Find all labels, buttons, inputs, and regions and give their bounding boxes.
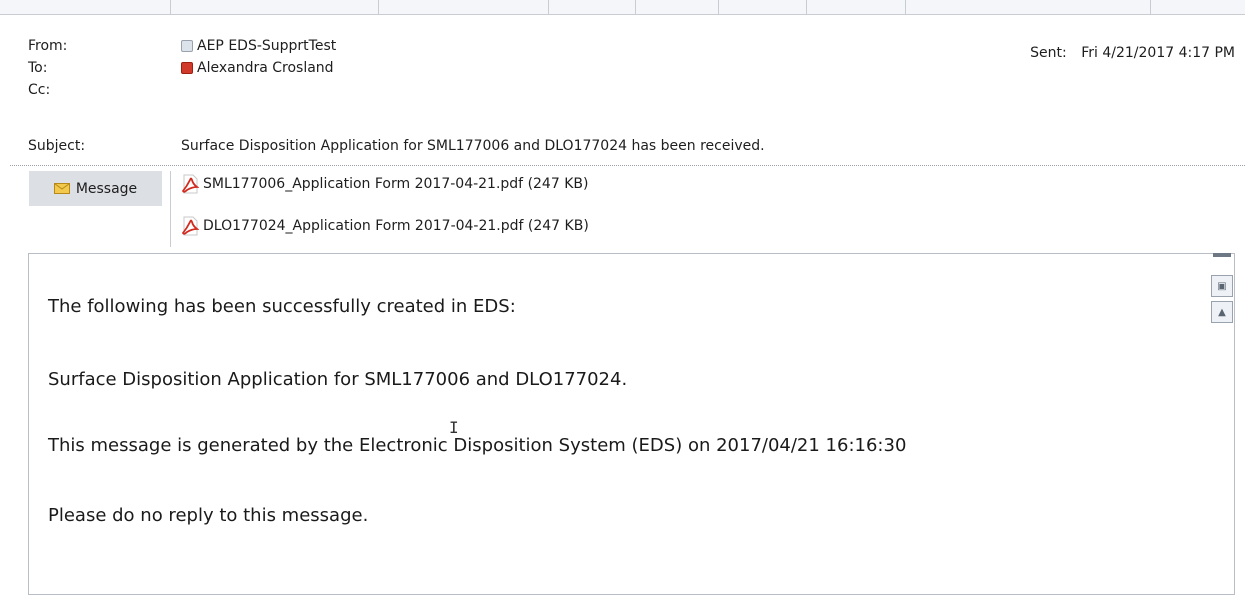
separator: [806, 0, 807, 14]
message-tab[interactable]: Message: [29, 171, 162, 206]
attachment-item[interactable]: DLO177024_Application Form 2017-04-21.pd…: [181, 216, 589, 236]
scroll-up-button[interactable]: ▲: [1211, 301, 1233, 323]
sent-info: Sent: Fri 4/21/2017 4:17 PM: [1030, 44, 1235, 62]
sent-value: Fri 4/21/2017 4:17 PM: [1081, 45, 1235, 61]
text-cursor-icon: I: [449, 418, 459, 437]
contact-icon: [181, 62, 193, 74]
attachment-item[interactable]: SML177006_Application Form 2017-04-21.pd…: [181, 174, 588, 194]
subject-value: Surface Disposition Application for SML1…: [181, 138, 765, 154]
body-line: Surface Disposition Application for SML1…: [48, 369, 628, 390]
separator: [1150, 0, 1151, 14]
body-line: This message is generated by the Electro…: [48, 435, 907, 456]
to-label: To:: [28, 60, 48, 76]
cc-label: Cc:: [28, 82, 51, 98]
scroll-grip[interactable]: [1213, 253, 1231, 257]
sent-label: Sent:: [1030, 45, 1067, 61]
pdf-icon: [181, 174, 200, 194]
from-name[interactable]: AEP EDS-SupprtTest: [197, 37, 336, 55]
attachment-name[interactable]: SML177006_Application Form 2017-04-21.pd…: [203, 176, 588, 192]
top-toolbar-strip: [0, 0, 1245, 15]
contact-icon: [181, 40, 193, 52]
message-tab-label[interactable]: Message: [76, 181, 137, 197]
to-name[interactable]: Alexandra Crosland: [197, 59, 334, 77]
from-value[interactable]: AEP EDS-SupprtTest: [181, 37, 336, 55]
to-value[interactable]: Alexandra Crosland: [181, 59, 334, 77]
separator: [718, 0, 719, 14]
subject-label: Subject:: [28, 138, 86, 154]
tab-divider: [170, 171, 171, 247]
pdf-icon: [181, 216, 200, 236]
vertical-scrollbar[interactable]: ▣ ▲: [1208, 253, 1236, 583]
separator: [635, 0, 636, 14]
attachment-name[interactable]: DLO177024_Application Form 2017-04-21.pd…: [203, 218, 589, 234]
header-divider: [10, 165, 1245, 166]
body-line: Please do no reply to this message.: [48, 505, 369, 526]
view-options-icon[interactable]: ▣: [1211, 275, 1233, 297]
body-line: The following has been successfully crea…: [48, 296, 516, 317]
separator: [905, 0, 906, 14]
separator: [170, 0, 171, 14]
from-label: From:: [28, 38, 68, 54]
separator: [548, 0, 549, 14]
envelope-icon: [53, 183, 70, 194]
separator: [378, 0, 379, 14]
